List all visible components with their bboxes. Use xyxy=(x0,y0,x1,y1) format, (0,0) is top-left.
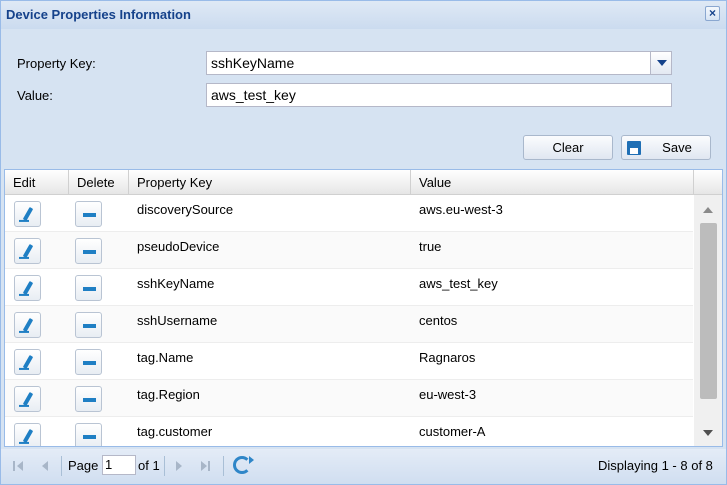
pencil-icon xyxy=(22,206,34,222)
value-cell: aws_test_key xyxy=(419,276,498,291)
property-key-cell: sshUsername xyxy=(137,313,218,328)
minus-icon xyxy=(83,361,96,365)
delete-button[interactable] xyxy=(75,201,102,227)
column-header-delete[interactable]: Delete xyxy=(69,170,129,195)
property-form: Property Key: sshKeyName Value: aws_test… xyxy=(1,29,726,169)
toolbar-separator xyxy=(223,456,224,476)
delete-button[interactable] xyxy=(75,423,102,446)
property-key-cell: discoverySource xyxy=(137,202,234,217)
delete-button[interactable] xyxy=(75,312,102,338)
value-cell: centos xyxy=(419,313,458,328)
chevron-down-icon[interactable] xyxy=(650,51,672,75)
delete-button[interactable] xyxy=(75,275,102,301)
column-header-property-key[interactable]: Property Key xyxy=(129,170,411,195)
edit-button[interactable] xyxy=(14,312,41,338)
paging-toolbar: Page 1 of 1 Displaying 1 - 8 of 8 xyxy=(1,449,726,484)
table-row[interactable]: pseudoDevice true xyxy=(5,232,693,269)
pencil-icon xyxy=(22,280,34,296)
display-summary: Displaying 1 - 8 of 8 xyxy=(598,458,713,473)
property-key-cell: sshKeyName xyxy=(137,276,215,291)
property-key-label: Property Key: xyxy=(17,56,96,71)
property-key-cell: tag.Region xyxy=(137,387,200,402)
table-row[interactable]: sshKeyName aws_test_key xyxy=(5,269,693,306)
delete-button[interactable] xyxy=(75,386,102,412)
grid-header: Edit Delete Property Key Value xyxy=(5,170,722,195)
page-number-input[interactable]: 1 xyxy=(102,455,136,475)
pencil-icon xyxy=(22,354,34,370)
edit-button[interactable] xyxy=(14,201,41,227)
table-row[interactable]: discoverySource aws.eu-west-3 xyxy=(5,195,693,232)
last-page-icon[interactable] xyxy=(197,458,213,474)
pencil-icon xyxy=(22,391,34,407)
minus-icon xyxy=(83,324,96,328)
value-cell: aws.eu-west-3 xyxy=(419,202,503,217)
property-key-cell: pseudoDevice xyxy=(137,239,220,254)
value-input[interactable]: aws_test_key xyxy=(206,83,672,107)
window-title: Device Properties Information xyxy=(6,7,191,22)
minus-icon xyxy=(83,287,96,291)
clear-button[interactable]: Clear xyxy=(523,135,613,160)
value-cell: customer-A xyxy=(419,424,486,439)
edit-button[interactable] xyxy=(14,238,41,264)
scroll-down-icon[interactable] xyxy=(703,430,713,436)
pencil-icon xyxy=(22,243,34,259)
edit-button[interactable] xyxy=(14,349,41,375)
table-row[interactable]: tag.customer customer-A xyxy=(5,417,693,446)
vertical-scrollbar[interactable] xyxy=(694,195,722,446)
close-icon: × xyxy=(708,6,716,20)
property-key-cell: tag.customer xyxy=(137,424,213,439)
floppy-icon xyxy=(627,141,641,155)
minus-icon xyxy=(83,250,96,254)
minus-icon xyxy=(83,213,96,217)
table-row[interactable]: sshUsername centos xyxy=(5,306,693,343)
delete-button[interactable] xyxy=(75,238,102,264)
refresh-icon[interactable] xyxy=(233,456,254,474)
save-button-label: Save xyxy=(662,140,692,155)
edit-button[interactable] xyxy=(14,423,41,446)
column-header-value[interactable]: Value xyxy=(411,170,694,195)
property-key-combo[interactable]: sshKeyName xyxy=(206,51,651,75)
page-count-label: of 1 xyxy=(138,458,160,473)
table-row[interactable]: tag.Region eu-west-3 xyxy=(5,380,693,417)
first-page-icon[interactable] xyxy=(11,458,27,474)
edit-button[interactable] xyxy=(14,275,41,301)
pencil-icon xyxy=(22,317,34,333)
minus-icon xyxy=(83,398,96,402)
value-label: Value: xyxy=(17,88,53,103)
device-properties-window: Device Properties Information × Property… xyxy=(0,0,727,485)
page-label: Page xyxy=(68,458,99,473)
column-header-edit[interactable]: Edit xyxy=(5,170,69,195)
next-page-icon[interactable] xyxy=(171,458,187,474)
save-button[interactable]: Save xyxy=(621,135,711,160)
close-button[interactable]: × xyxy=(705,6,720,21)
value-cell: Ragnaros xyxy=(419,350,476,365)
table-row[interactable]: tag.Name Ragnaros xyxy=(5,343,693,380)
clear-button-label: Clear xyxy=(552,140,584,155)
prev-page-icon[interactable] xyxy=(37,458,53,474)
value-cell: true xyxy=(419,239,442,254)
pencil-icon xyxy=(22,428,34,444)
minus-icon xyxy=(83,435,96,439)
toolbar-separator xyxy=(61,456,62,476)
properties-grid: Edit Delete Property Key Value discovery… xyxy=(4,169,723,447)
grid-body: discoverySource aws.eu-west-3 pseudoDevi… xyxy=(5,195,693,446)
value-cell: eu-west-3 xyxy=(419,387,477,402)
scrollbar-thumb[interactable] xyxy=(700,223,717,399)
delete-button[interactable] xyxy=(75,349,102,375)
edit-button[interactable] xyxy=(14,386,41,412)
window-titlebar[interactable]: Device Properties Information × xyxy=(1,1,726,29)
scroll-up-icon[interactable] xyxy=(703,207,713,213)
toolbar-separator xyxy=(164,456,165,476)
property-key-cell: tag.Name xyxy=(137,350,194,365)
